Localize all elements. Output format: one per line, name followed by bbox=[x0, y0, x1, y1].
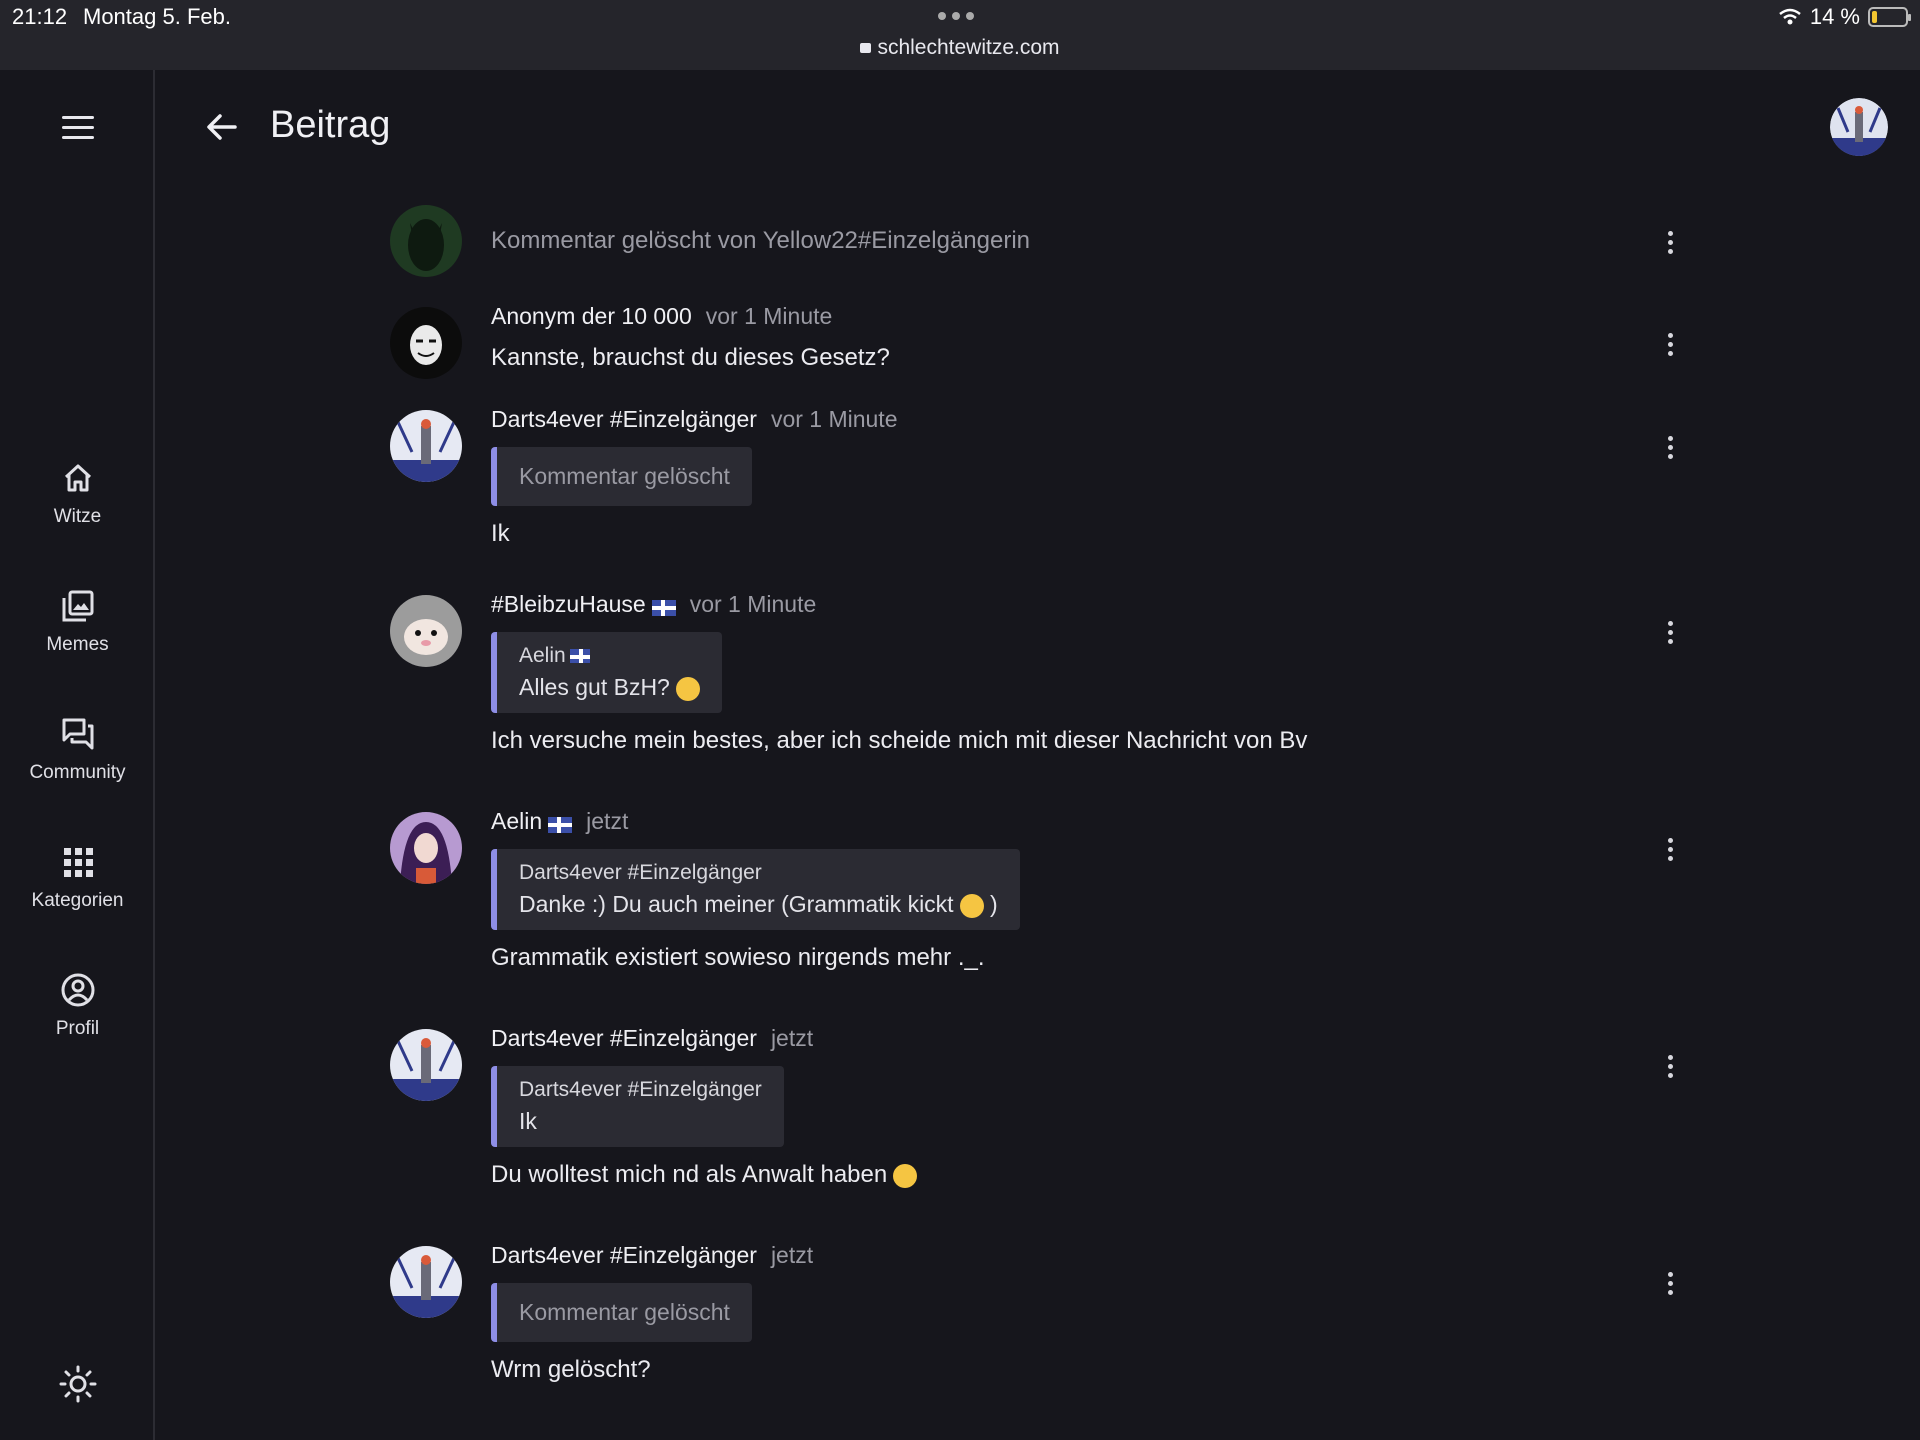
quoted-comment[interactable]: Darts4ever #Einzelgänger Ik bbox=[491, 1066, 784, 1147]
crying-emoji-icon bbox=[675, 676, 700, 701]
sidebar-item-witze[interactable]: Witze bbox=[0, 460, 155, 528]
more-options-icon[interactable] bbox=[1668, 436, 1674, 463]
more-options-icon[interactable] bbox=[1668, 333, 1674, 360]
sidebar: Witze Memes Community Kategorien Profil bbox=[0, 70, 155, 1440]
comment-text: Grammatik existiert sowieso nirgends meh… bbox=[491, 944, 985, 971]
more-options-icon[interactable] bbox=[1668, 1055, 1674, 1082]
page-header: Beitrag bbox=[155, 70, 1920, 180]
quote-author: Darts4ever #Einzelgänger bbox=[519, 861, 762, 884]
more-options-icon[interactable] bbox=[1668, 231, 1674, 258]
sidebar-item-kategorien[interactable]: Kategorien bbox=[0, 844, 155, 912]
multitasking-dots-icon[interactable] bbox=[938, 12, 974, 20]
comment-author[interactable]: Anonym der 10 000 bbox=[491, 303, 692, 329]
sidebar-item-memes[interactable]: Memes bbox=[0, 588, 155, 656]
comment-text: Du wolltest mich nd als Anwalt haben bbox=[491, 1161, 888, 1188]
grid-icon bbox=[63, 848, 93, 877]
status-bar: 21:12 Montag 5. Feb. schlechtewitze.com … bbox=[0, 0, 1920, 70]
comment-author[interactable]: Darts4ever #Einzelgänger bbox=[491, 406, 757, 432]
quoted-comment[interactable]: Darts4ever #Einzelgänger Danke :) Du auc… bbox=[491, 849, 1020, 930]
quoted-comment[interactable]: Aelin Alles gut BzH? bbox=[491, 632, 722, 713]
avatar[interactable] bbox=[390, 1029, 462, 1101]
avatar[interactable] bbox=[390, 307, 462, 379]
sidebar-item-label: Profil bbox=[55, 1018, 100, 1039]
comment-text: Kannste, brauchst du dieses Gesetz? bbox=[491, 344, 890, 371]
quote-text-end: ) bbox=[989, 891, 998, 917]
quote-text: Alles gut BzH? bbox=[519, 674, 670, 700]
quoted-comment-deleted[interactable]: Kommentar gelöscht bbox=[491, 1283, 752, 1342]
system-indicators: 14 % bbox=[1778, 4, 1911, 30]
clock: 21:12 bbox=[12, 4, 68, 29]
flag-icon bbox=[651, 599, 676, 616]
comment-text: Wrm gelöscht? bbox=[491, 1356, 651, 1383]
page-title: Beitrag bbox=[270, 104, 391, 146]
sidebar-item-profil[interactable]: Profil bbox=[0, 972, 155, 1040]
more-options-icon[interactable] bbox=[1668, 621, 1674, 648]
more-options-icon[interactable] bbox=[1668, 838, 1674, 865]
quoted-comment-deleted[interactable]: Kommentar gelöscht bbox=[491, 447, 752, 506]
comment-author[interactable]: Aelin bbox=[491, 808, 542, 834]
avatar[interactable] bbox=[390, 205, 462, 277]
avatar[interactable] bbox=[390, 812, 462, 884]
more-options-icon[interactable] bbox=[1668, 1272, 1674, 1299]
sidebar-item-label: Witze bbox=[53, 506, 102, 527]
url-text: schlechtewitze.com bbox=[877, 36, 1060, 59]
sun-icon[interactable] bbox=[58, 1364, 98, 1404]
comment-author[interactable]: Darts4ever #Einzelgänger bbox=[491, 1242, 757, 1268]
sidebar-item-label: Kategorien bbox=[31, 890, 124, 911]
comment-text: Ich versuche mein bestes, aber ich schei… bbox=[491, 727, 1308, 754]
flag-icon bbox=[548, 816, 573, 833]
back-arrow-icon[interactable] bbox=[205, 110, 239, 144]
date: Montag 5. Feb. bbox=[83, 4, 231, 29]
sidebar-item-label: Community bbox=[29, 762, 126, 783]
avatar[interactable] bbox=[390, 595, 462, 667]
quote-text: Ik bbox=[519, 1108, 537, 1134]
profile-icon bbox=[61, 973, 94, 1007]
comment-author[interactable]: #BleibzuHause bbox=[491, 591, 646, 617]
images-icon bbox=[62, 590, 93, 622]
sidebar-item-label: Memes bbox=[46, 634, 109, 655]
wifi-icon bbox=[1779, 8, 1801, 25]
flag-icon bbox=[569, 649, 590, 664]
battery-icon bbox=[1868, 7, 1911, 27]
battery-percent: 14 % bbox=[1809, 4, 1860, 29]
comment-time: jetzt bbox=[770, 1242, 814, 1268]
deleted-comment-text: Kommentar gelöscht von Yellow22#Einzelgä… bbox=[491, 227, 1031, 254]
comment-time: jetzt bbox=[770, 1025, 814, 1051]
comment-time: vor 1 Minute bbox=[770, 406, 898, 432]
lock-icon bbox=[860, 43, 872, 53]
comment-text: Ik bbox=[491, 520, 510, 547]
comment-time: vor 1 Minute bbox=[705, 303, 833, 329]
comment-time: jetzt bbox=[586, 808, 629, 834]
hamburger-menu-icon[interactable] bbox=[62, 116, 94, 140]
avatar[interactable] bbox=[390, 410, 462, 482]
quote-author: Darts4ever #Einzelgänger bbox=[519, 1078, 762, 1101]
shrug-emoji-icon bbox=[893, 1163, 918, 1188]
sidebar-item-community[interactable]: Community bbox=[0, 716, 155, 784]
user-avatar[interactable] bbox=[1830, 98, 1888, 156]
quote-author: Aelin bbox=[519, 644, 566, 667]
quote-text: Danke :) Du auch meiner (Grammatik kickt bbox=[519, 891, 954, 917]
avatar[interactable] bbox=[390, 1246, 462, 1318]
comment-author[interactable]: Darts4ever #Einzelgänger bbox=[491, 1025, 757, 1051]
chat-icon bbox=[62, 718, 93, 750]
ok-hand-emoji-icon bbox=[959, 893, 984, 918]
address-bar[interactable]: schlechtewitze.com bbox=[0, 36, 1920, 60]
home-icon bbox=[64, 464, 91, 492]
comment-time: vor 1 Minute bbox=[689, 591, 817, 617]
